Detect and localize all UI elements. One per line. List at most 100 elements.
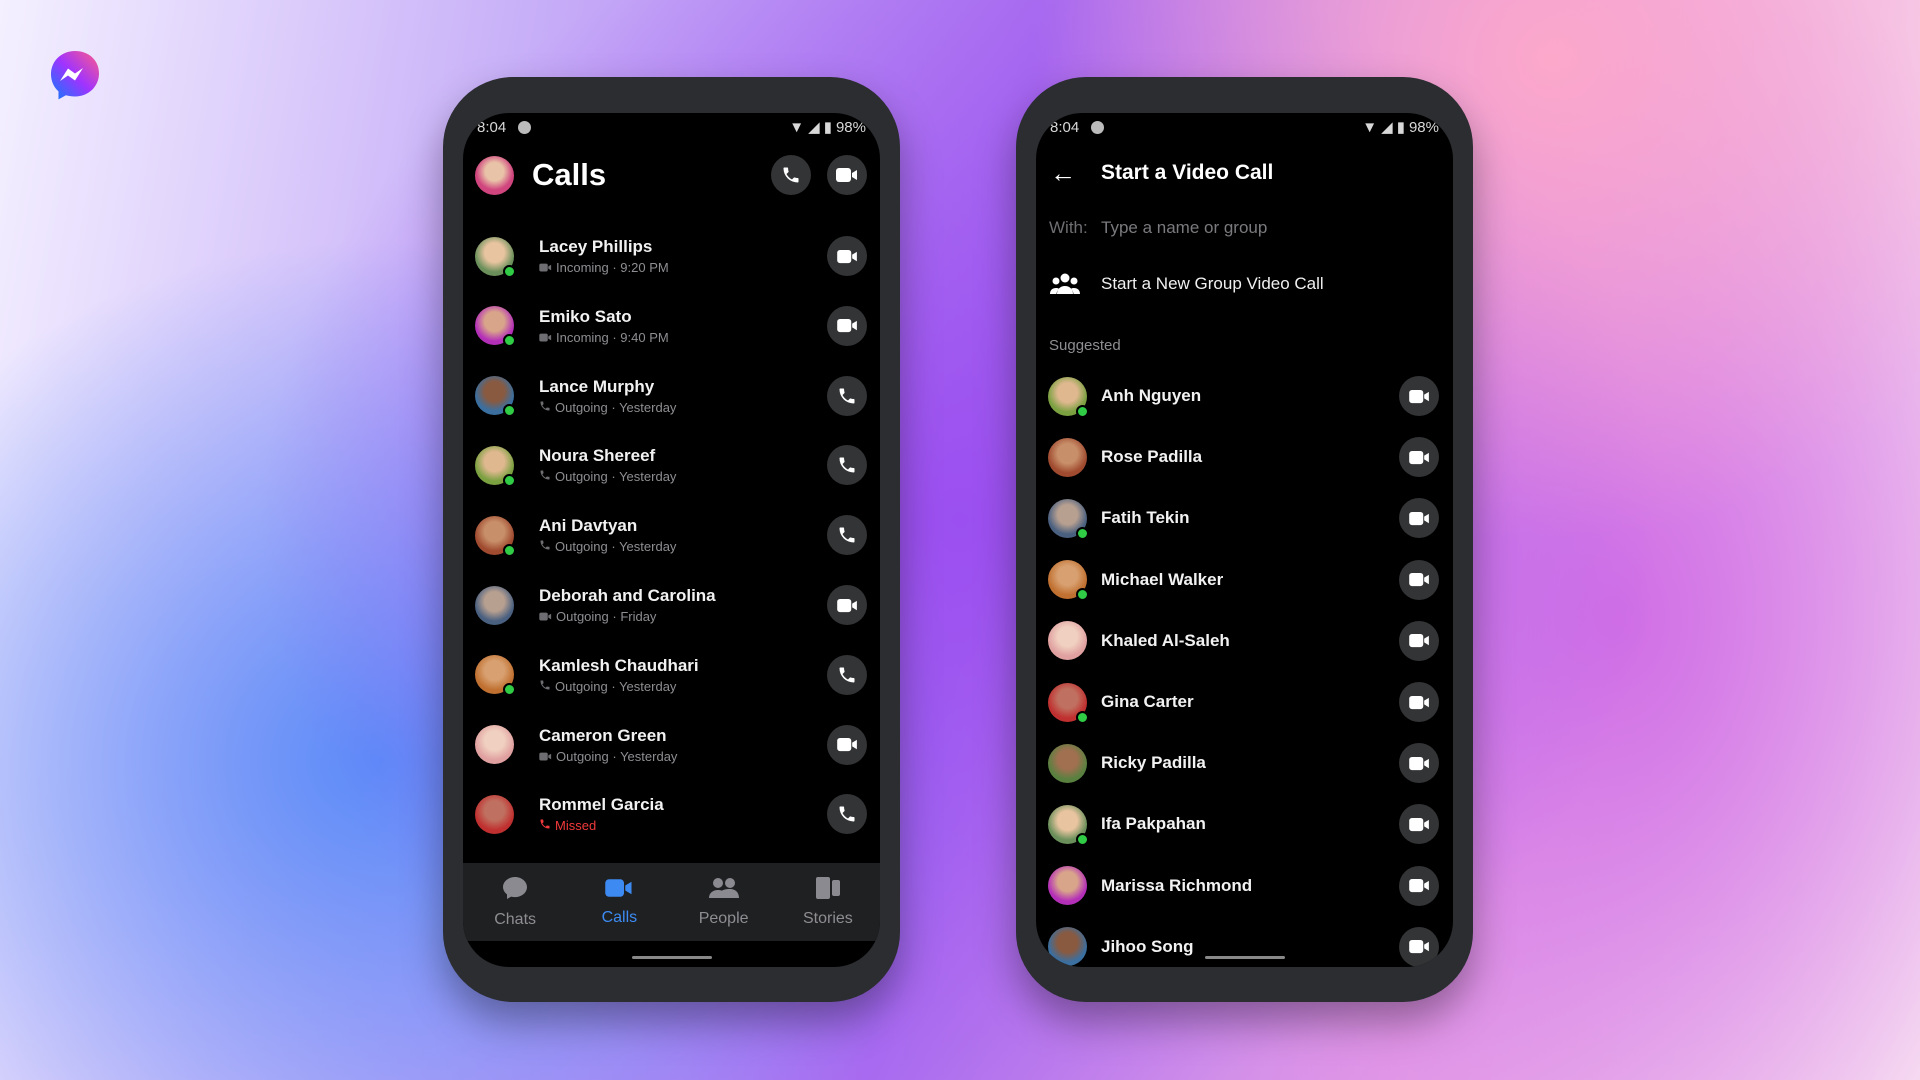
status-time: 8:04 [477, 118, 507, 136]
call-row[interactable]: Kamlesh Chaudhari Outgoing · Yesterday [463, 650, 880, 700]
video-call-button[interactable] [1399, 559, 1439, 600]
suggested-contact-row[interactable]: Ifa Pakpahan [1036, 802, 1453, 846]
video-camera-icon [836, 319, 857, 333]
audio-call-back-button[interactable] [827, 445, 867, 486]
call-row[interactable]: Deborah and Carolina Outgoing · Friday [463, 580, 880, 630]
audio-call-back-button[interactable] [827, 375, 867, 416]
call-row[interactable]: Lacey Phillips Incoming · 9:20 PM [463, 231, 880, 281]
phone-icon [540, 540, 550, 550]
contact-avatar [475, 655, 516, 697]
suggested-contact-row[interactable]: Marissa Richmond [1036, 864, 1453, 908]
profile-avatar[interactable] [475, 155, 514, 195]
suggested-contact-row[interactable]: Fatih Tekin [1036, 496, 1453, 540]
chat-bubble-icon [502, 876, 528, 905]
call-detail: Outgoing · Yesterday [555, 678, 677, 694]
with-field[interactable]: With: Type a name or group [1036, 213, 1453, 243]
audio-call-back-button[interactable] [827, 794, 867, 835]
phone-icon [540, 819, 550, 829]
status-time: 8:04 [1050, 118, 1080, 136]
new-audio-call-button[interactable] [771, 155, 811, 195]
suggested-contact-row[interactable]: Anh Nguyen [1036, 374, 1453, 418]
video-call-type-icon [539, 609, 552, 624]
video-camera-icon [836, 598, 857, 612]
online-indicator [503, 683, 516, 697]
back-arrow-icon[interactable]: ← [1050, 158, 1080, 189]
video-camera-icon [1408, 940, 1429, 954]
video-call-button[interactable] [1399, 376, 1439, 416]
with-input[interactable]: Type a name or group [1101, 218, 1267, 238]
home-indicator [631, 956, 712, 959]
video-call-button[interactable] [1399, 926, 1439, 967]
phone-call-type-icon [539, 400, 551, 415]
video-call-type-icon [539, 749, 552, 764]
contact-avatar [475, 445, 516, 487]
phone-call-type-icon [539, 469, 551, 484]
video-call-button[interactable] [1399, 804, 1439, 845]
contact-name: Khaled Al-Saleh [1101, 630, 1230, 650]
suggested-heading: Suggested [1036, 335, 1453, 355]
contact-name: Anh Nguyen [1101, 386, 1202, 405]
call-row[interactable]: Emiko Sato Incoming · 9:40 PM [463, 301, 880, 351]
contact-name: Kamlesh Chaudhari [539, 655, 699, 675]
call-row[interactable]: Lance Murphy Outgoing · Yesterday [463, 371, 880, 421]
call-detail: Incoming · 9:20 PM [556, 260, 669, 275]
suggested-contact-row[interactable]: Jihoo Song [1036, 925, 1453, 967]
group-video-call-button[interactable]: Start a New Group Video Call [1036, 269, 1453, 299]
video-call-back-button[interactable] [827, 724, 867, 765]
contact-name: Ifa Pakpahan [1101, 814, 1206, 834]
video-call-button[interactable] [1399, 865, 1439, 906]
video-call-button[interactable] [1399, 743, 1439, 784]
video-call-button[interactable] [1399, 620, 1439, 661]
suggested-contact-row[interactable]: Ricky Padilla [1036, 741, 1453, 785]
call-detail: Outgoing · Yesterday [555, 399, 677, 415]
video-call-button[interactable] [1399, 498, 1439, 539]
video-camera-icon [1408, 756, 1429, 770]
audio-call-back-button[interactable] [827, 515, 867, 556]
contact-avatar [475, 794, 514, 834]
wifi-icon: ▼ [1362, 118, 1378, 136]
nav-tab-label: Chats [494, 910, 537, 928]
online-indicator [1076, 404, 1089, 418]
nav-tab-calls[interactable]: Calls [567, 863, 671, 941]
people-icon [708, 877, 739, 904]
video-call-type-icon [539, 330, 552, 345]
status-bar: 8:04 ▼ ◢ ▮ 98% [463, 113, 880, 141]
call-detail: Incoming · 9:40 PM [556, 329, 669, 345]
call-row[interactable]: Rommel Garcia Missed [463, 789, 880, 839]
contact-avatar [1048, 927, 1087, 967]
contact-name: Deborah and Carolina [539, 586, 716, 605]
contact-avatar [475, 376, 516, 418]
battery-icon: ▮ [823, 119, 832, 136]
nav-tab-stories[interactable]: Stories [776, 863, 880, 941]
video-call-back-button[interactable] [827, 305, 867, 346]
contact-name: Cameron Green [539, 725, 667, 745]
video-camera-icon [605, 878, 633, 903]
video-call-back-button[interactable] [827, 585, 867, 625]
suggested-contact-row[interactable]: Gina Carter [1036, 680, 1453, 724]
call-detail: Outgoing · Yesterday [556, 748, 678, 764]
home-indicator [1204, 956, 1285, 959]
video-camera-icon [605, 878, 632, 897]
contact-avatar [1048, 743, 1087, 783]
contact-name: Rommel Garcia [539, 795, 664, 815]
call-row[interactable]: Noura Shereef Outgoing · Yesterday [463, 440, 880, 490]
contact-name: Fatih Tekin [1101, 508, 1190, 528]
video-call-button[interactable] [1399, 682, 1439, 722]
video-camera-icon [1408, 695, 1429, 709]
nav-tab-people[interactable]: People [672, 863, 776, 941]
video-call-button[interactable] [1399, 437, 1439, 478]
contact-name: Noura Shereef [539, 446, 656, 466]
suggested-contact-row[interactable]: Michael Walker [1036, 558, 1453, 602]
call-row[interactable]: Ani Davtyan Outgoing · Yesterday [463, 510, 880, 560]
suggested-contact-row[interactable]: Rose Padilla [1036, 435, 1453, 479]
video-camera-icon [539, 333, 552, 342]
page-title: Calls [532, 157, 607, 192]
audio-call-back-button[interactable] [827, 654, 867, 695]
call-row[interactable]: Cameron Green Outgoing · Yesterday [463, 720, 880, 770]
suggested-contact-row[interactable]: Khaled Al-Saleh [1036, 619, 1453, 663]
nav-tab-chats[interactable]: Chats [463, 863, 567, 941]
video-call-back-button[interactable] [827, 236, 867, 276]
new-video-call-button[interactable] [827, 155, 867, 195]
phone-icon [839, 667, 855, 683]
contact-avatar [1048, 866, 1087, 906]
